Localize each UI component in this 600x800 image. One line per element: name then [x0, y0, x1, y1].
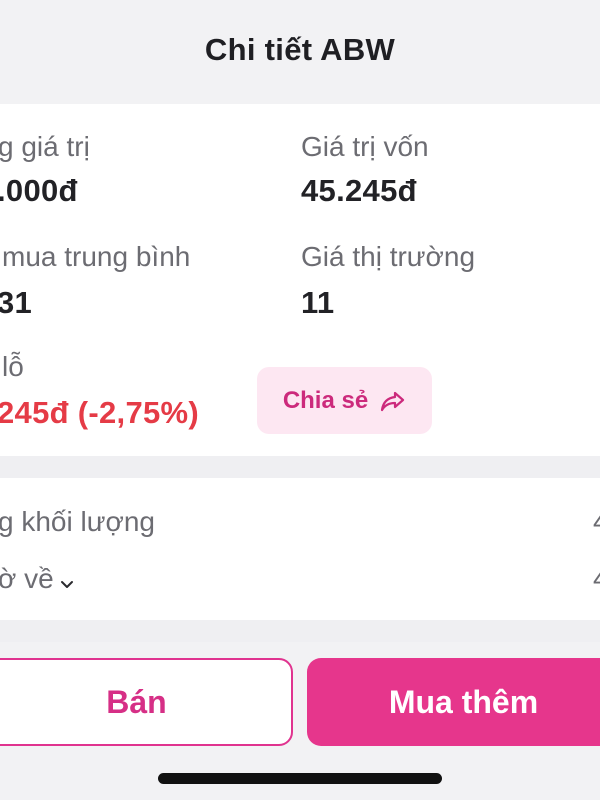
total-value-label: g giá trị	[0, 131, 90, 162]
arriving-value: 4	[593, 563, 600, 595]
profit-loss-value: 245đ (-2,75%)	[0, 395, 200, 430]
profit-loss-label: lỗ	[2, 351, 24, 382]
share-button-label: Chia sẻ	[282, 386, 369, 414]
arriving-toggle[interactable]: ờ về	[0, 563, 74, 597]
page-title: Chi tiết ABW	[204, 32, 396, 67]
sell-button-label: Bán	[106, 683, 167, 720]
cost-value-label: Giá trị vốn	[301, 131, 429, 162]
sell-button[interactable]: Bán	[0, 658, 293, 746]
market-price-label: Giá thị trường	[301, 241, 476, 272]
total-volume-label: g khối lượng	[0, 506, 155, 537]
chevron-down-icon	[60, 565, 74, 597]
share-arrow-icon	[380, 390, 406, 412]
share-button[interactable]: Chia sẻ	[257, 367, 432, 434]
page-header: Chi tiết ABW	[0, 0, 600, 104]
avg-price-label: mua trung bình	[2, 241, 191, 272]
total-volume-value: 4	[593, 506, 600, 538]
home-indicator[interactable]	[158, 773, 442, 784]
market-price-value: 11	[301, 285, 335, 320]
arriving-label: ờ về	[0, 563, 54, 594]
avg-price-value: 31	[0, 285, 33, 320]
volume-card	[0, 478, 600, 620]
buy-more-button[interactable]: Mua thêm	[307, 658, 600, 746]
cost-value: 45.245đ	[301, 173, 417, 208]
buy-more-button-label: Mua thêm	[388, 683, 539, 720]
total-value: .000đ	[0, 173, 78, 208]
